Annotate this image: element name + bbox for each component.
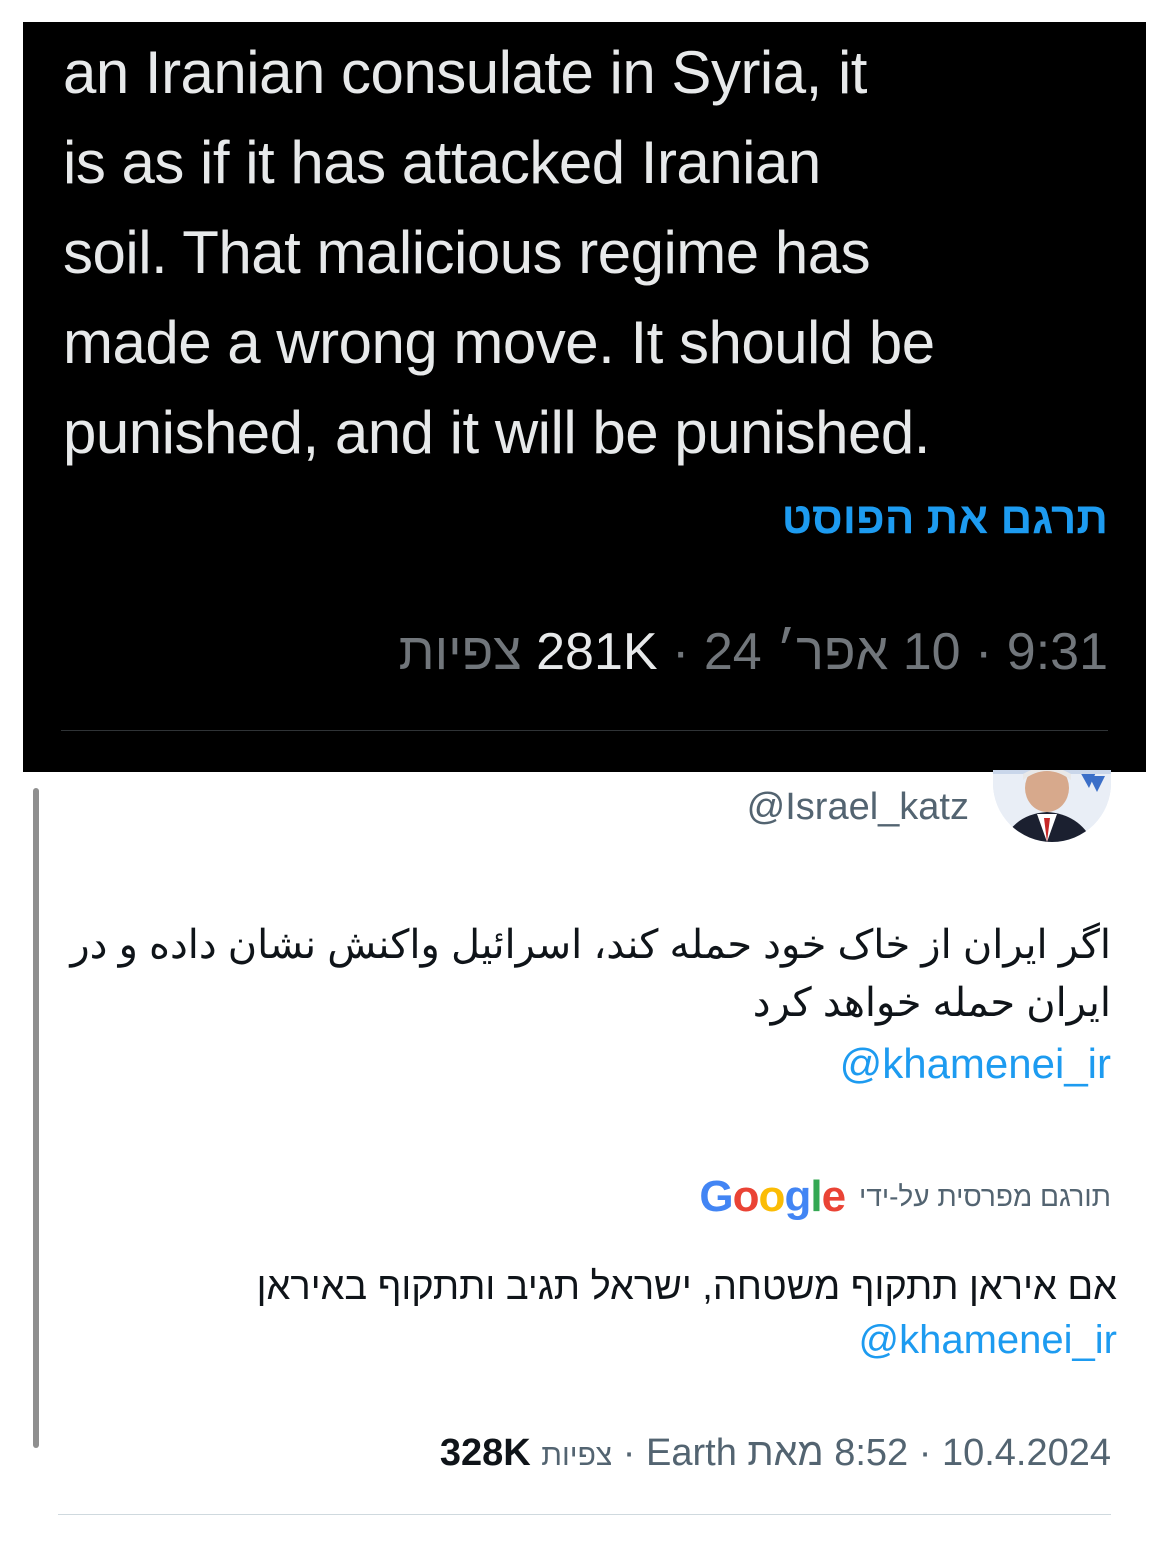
translated-text: אם איראן תתקוף משטחה, ישראל תגיב ותתקוף … xyxy=(256,1266,1117,1308)
views-label: צפיות xyxy=(398,623,522,681)
tweet-time[interactable]: 8:52 xyxy=(834,1432,908,1474)
tweet-source: מאת Earth xyxy=(646,1432,824,1474)
dark-tweet-body: an Iranian consulate in Syria, it is as … xyxy=(63,28,1133,478)
meta-separator: · xyxy=(672,623,690,681)
views-label: צפיות xyxy=(541,1439,613,1472)
meta-separator: · xyxy=(918,1432,932,1474)
views-count[interactable]: 281K xyxy=(536,623,657,681)
dark-tweet-line: punished, and it will be punished. xyxy=(63,399,930,466)
meta-separator: · xyxy=(622,1432,636,1474)
translate-post-link[interactable]: תרגם את הפוסט xyxy=(782,494,1108,544)
tweet-time[interactable]: 9:31 xyxy=(1007,623,1108,681)
dark-tweet-line: soil. That malicious regime has xyxy=(63,219,871,286)
dark-tweet-line: an Iranian consulate in Syria, it xyxy=(63,39,867,106)
google-logo-icon[interactable]: Google xyxy=(699,1172,846,1222)
mention-link[interactable]: @khamenei_ir xyxy=(840,1040,1111,1088)
divider xyxy=(58,1514,1111,1515)
views-count[interactable]: 328K xyxy=(440,1432,531,1474)
mention-link[interactable]: @khamenei_ir xyxy=(859,1318,1118,1363)
author-handle[interactable]: @Israel_katz xyxy=(747,786,969,829)
divider xyxy=(61,730,1108,731)
dark-tweet-meta: 9:31 · 10 אפר׳ 24 · 281K צפיות xyxy=(399,622,1108,682)
dark-tweet-line: is as if it has attacked Iranian xyxy=(63,129,821,196)
tweet-date[interactable]: 10 אפר׳ 24 xyxy=(704,623,961,681)
quote-bar xyxy=(33,788,39,1448)
meta-separator: · xyxy=(975,623,993,681)
tweet-text: اگر ایران از خاک خود حمله کند، اسرائیل و… xyxy=(70,923,1111,1025)
translated-by-label: תורגם מפרסית על-ידי xyxy=(859,1181,1111,1212)
dark-tweet-panel: an Iranian consulate in Syria, it is as … xyxy=(23,22,1146,772)
translation-attribution: תורגם מפרסית על-ידי Google xyxy=(699,1172,1111,1222)
avatar[interactable] xyxy=(993,770,1111,842)
tweet-meta: 10.4.2024 · 8:52 מאת Earth · צפיות 328K xyxy=(440,1432,1111,1475)
dark-tweet-line: made a wrong move. It should be xyxy=(63,309,935,376)
avatar-photo-icon xyxy=(993,770,1111,842)
tweet-date[interactable]: 10.4.2024 xyxy=(942,1432,1111,1474)
